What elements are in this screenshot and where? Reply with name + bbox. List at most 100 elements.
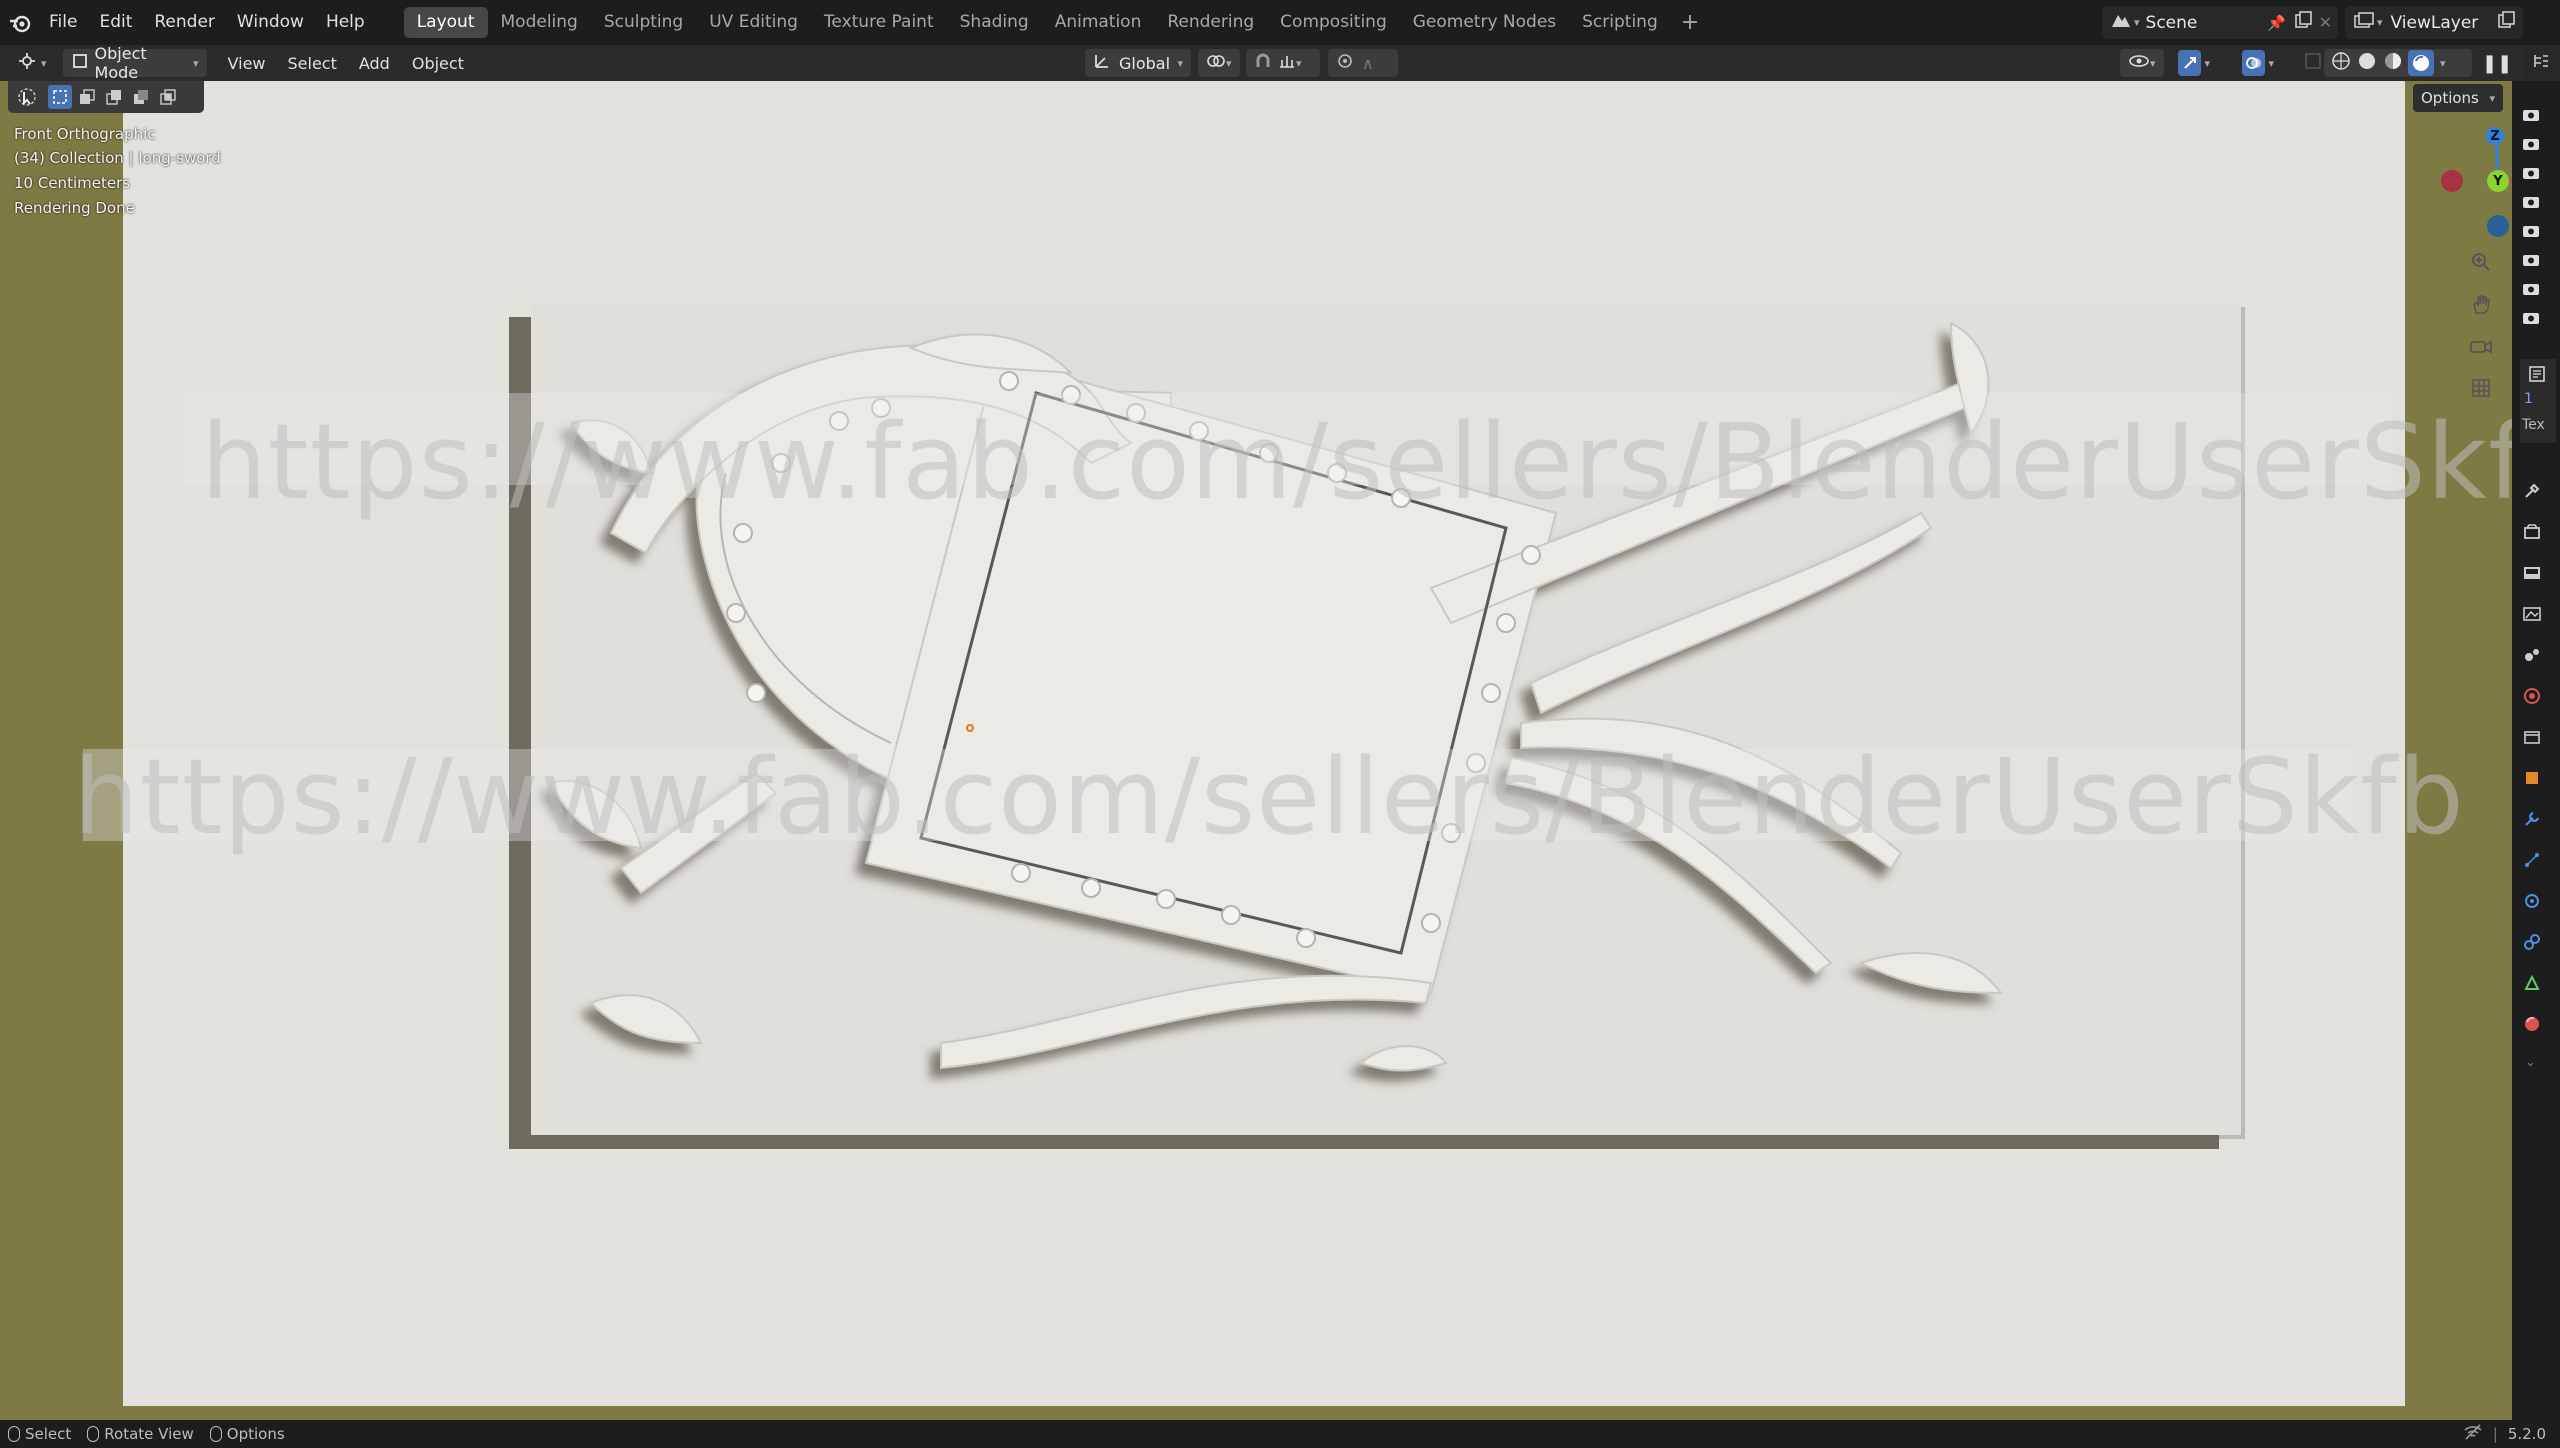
scene-name[interactable]: Scene	[2146, 13, 2198, 33]
data-properties-icon[interactable]	[2522, 973, 2542, 997]
right-mouse-icon	[209, 1426, 222, 1442]
wireframe-shading-icon[interactable]	[2330, 50, 2352, 76]
render-properties-icon[interactable]	[2522, 522, 2542, 546]
navigation-gizmo[interactable]: Z Y X	[2437, 121, 2522, 241]
menu-view[interactable]: View	[217, 54, 277, 73]
solid-shading-icon[interactable]	[2356, 50, 2378, 76]
zoom-icon[interactable]	[2463, 244, 2499, 280]
close-icon[interactable]: ✕	[2319, 13, 2332, 32]
scene-properties-icon[interactable]	[2522, 645, 2542, 669]
modifier-properties-icon[interactable]	[2522, 809, 2542, 833]
tab-scripting[interactable]: Scripting	[1569, 7, 1671, 38]
tab-animation[interactable]: Animation	[1042, 7, 1155, 38]
select-invert-icon[interactable]	[129, 85, 153, 109]
proportional-editing-button[interactable]: ∧	[1328, 49, 1398, 77]
grid-view-icon[interactable]	[2463, 370, 2499, 406]
camera-icon[interactable]	[2522, 136, 2540, 156]
output-properties-icon[interactable]	[2522, 563, 2542, 587]
pivot-icon	[1206, 52, 1226, 74]
select-tool-icon[interactable]	[14, 84, 40, 110]
transform-orientation-selector[interactable]: Global ▾	[1085, 49, 1191, 77]
workspace-tabs: Layout Modeling Sculpting UV Editing Tex…	[403, 0, 1709, 45]
gizmo-toggle[interactable]: ▾	[2170, 49, 2218, 77]
blender-logo-icon[interactable]	[2, 0, 38, 45]
world-properties-icon[interactable]	[2522, 686, 2542, 710]
menu-file[interactable]: File	[38, 0, 88, 45]
pause-icon: ❚❚	[2482, 52, 2513, 74]
tab-geometry-nodes[interactable]: Geometry Nodes	[1400, 7, 1569, 38]
tab-shading[interactable]: Shading	[947, 7, 1042, 38]
view-layer-selector[interactable]: ▾ ViewLayer	[2345, 6, 2523, 39]
text-editor-icon[interactable]	[2528, 365, 2546, 387]
menu-edit[interactable]: Edit	[88, 0, 143, 45]
camera-icon[interactable]	[2522, 165, 2540, 185]
camera-icon[interactable]	[2522, 107, 2540, 127]
view-layer-properties-icon[interactable]	[2522, 604, 2542, 628]
scene-selector[interactable]: ▾ Scene 📌 ✕	[2102, 6, 2338, 39]
neg-z-axis-handle[interactable]	[2487, 215, 2509, 237]
camera-view-icon[interactable]	[2463, 328, 2499, 364]
collection-label: (34) Collection | long-sword	[14, 149, 221, 167]
editor-type-button[interactable]: ▾	[8, 49, 55, 77]
chevron-down-icon: ▾	[41, 56, 47, 70]
tab-rendering[interactable]: Rendering	[1154, 7, 1267, 38]
pivot-point-button[interactable]: ▾	[1198, 49, 1240, 77]
network-off-icon[interactable]	[2463, 1424, 2483, 1444]
chevron-down-icon[interactable]: ⌄	[2525, 1055, 2542, 1070]
pan-hand-icon[interactable]	[2463, 286, 2499, 322]
menu-render[interactable]: Render	[143, 0, 226, 45]
tab-texture-paint[interactable]: Texture Paint	[811, 7, 947, 38]
physics-properties-icon[interactable]	[2522, 891, 2542, 915]
camera-icon[interactable]	[2522, 281, 2540, 301]
view-layer-name[interactable]: ViewLayer	[2391, 13, 2479, 33]
options-button[interactable]: Options ▾	[2413, 84, 2503, 112]
particles-properties-icon[interactable]	[2522, 850, 2542, 874]
eye-icon	[2128, 53, 2150, 73]
camera-icon[interactable]	[2522, 310, 2540, 330]
material-properties-icon[interactable]	[2522, 1014, 2542, 1038]
add-workspace-button[interactable]: +	[1671, 10, 1709, 35]
tab-text[interactable]: Tex	[2522, 417, 2545, 433]
watermark-text: https://www.fab.com/sellers/BlenderUserS…	[73, 736, 2465, 858]
xray-toggle[interactable]	[2296, 49, 2322, 77]
menu-select[interactable]: Select	[277, 54, 348, 73]
neg-x-axis-handle[interactable]	[2441, 170, 2463, 192]
tab-layout[interactable]: Layout	[403, 7, 488, 38]
rendered-shading-icon[interactable]	[2408, 50, 2434, 76]
pause-render-button[interactable]: ❚❚	[2474, 49, 2514, 77]
new-scene-icon[interactable]	[2294, 11, 2312, 34]
outliner-icon[interactable]	[2531, 51, 2551, 75]
pin-icon[interactable]: 📌	[2267, 14, 2286, 32]
visibility-button[interactable]: ▾	[2120, 49, 2164, 77]
tab-sculpting[interactable]: Sculpting	[591, 7, 696, 38]
tool-properties-icon[interactable]	[2522, 481, 2542, 505]
tab-compositing[interactable]: Compositing	[1267, 7, 1400, 38]
z-axis-handle[interactable]: Z	[2486, 127, 2504, 145]
select-subtract-icon[interactable]	[102, 85, 126, 109]
status-options-label: Options	[226, 1425, 285, 1443]
new-view-layer-icon[interactable]	[2497, 11, 2515, 34]
menu-window[interactable]: Window	[226, 0, 315, 45]
select-new-icon[interactable]	[48, 85, 72, 109]
tab-modeling[interactable]: Modeling	[488, 7, 591, 38]
y-axis-handle[interactable]: Y	[2487, 170, 2509, 192]
render-status-label: Rendering Done	[14, 199, 135, 217]
camera-icon[interactable]	[2522, 252, 2540, 272]
camera-icon[interactable]	[2522, 194, 2540, 214]
tab-uv-editing[interactable]: UV Editing	[696, 7, 811, 38]
constraints-properties-icon[interactable]	[2522, 932, 2542, 956]
select-extend-icon[interactable]	[75, 85, 99, 109]
mode-selector[interactable]: Object Mode ▾	[62, 44, 207, 82]
select-intersect-icon[interactable]	[156, 85, 180, 109]
menu-add[interactable]: Add	[348, 54, 401, 73]
menu-object[interactable]: Object	[401, 54, 475, 73]
status-right: | 5.2.0	[2463, 1424, 2546, 1444]
overlays-toggle[interactable]: ▾	[2234, 49, 2282, 77]
collection-properties-icon[interactable]	[2522, 727, 2542, 751]
snap-button[interactable]: ▾	[1246, 49, 1320, 77]
menu-help[interactable]: Help	[315, 0, 376, 45]
camera-icon[interactable]	[2522, 223, 2540, 243]
3d-viewport[interactable]: https://www.fab.com/sellers/BlenderUserS…	[0, 81, 2522, 1420]
material-shading-icon[interactable]	[2382, 50, 2404, 76]
object-properties-icon[interactable]	[2522, 768, 2542, 792]
